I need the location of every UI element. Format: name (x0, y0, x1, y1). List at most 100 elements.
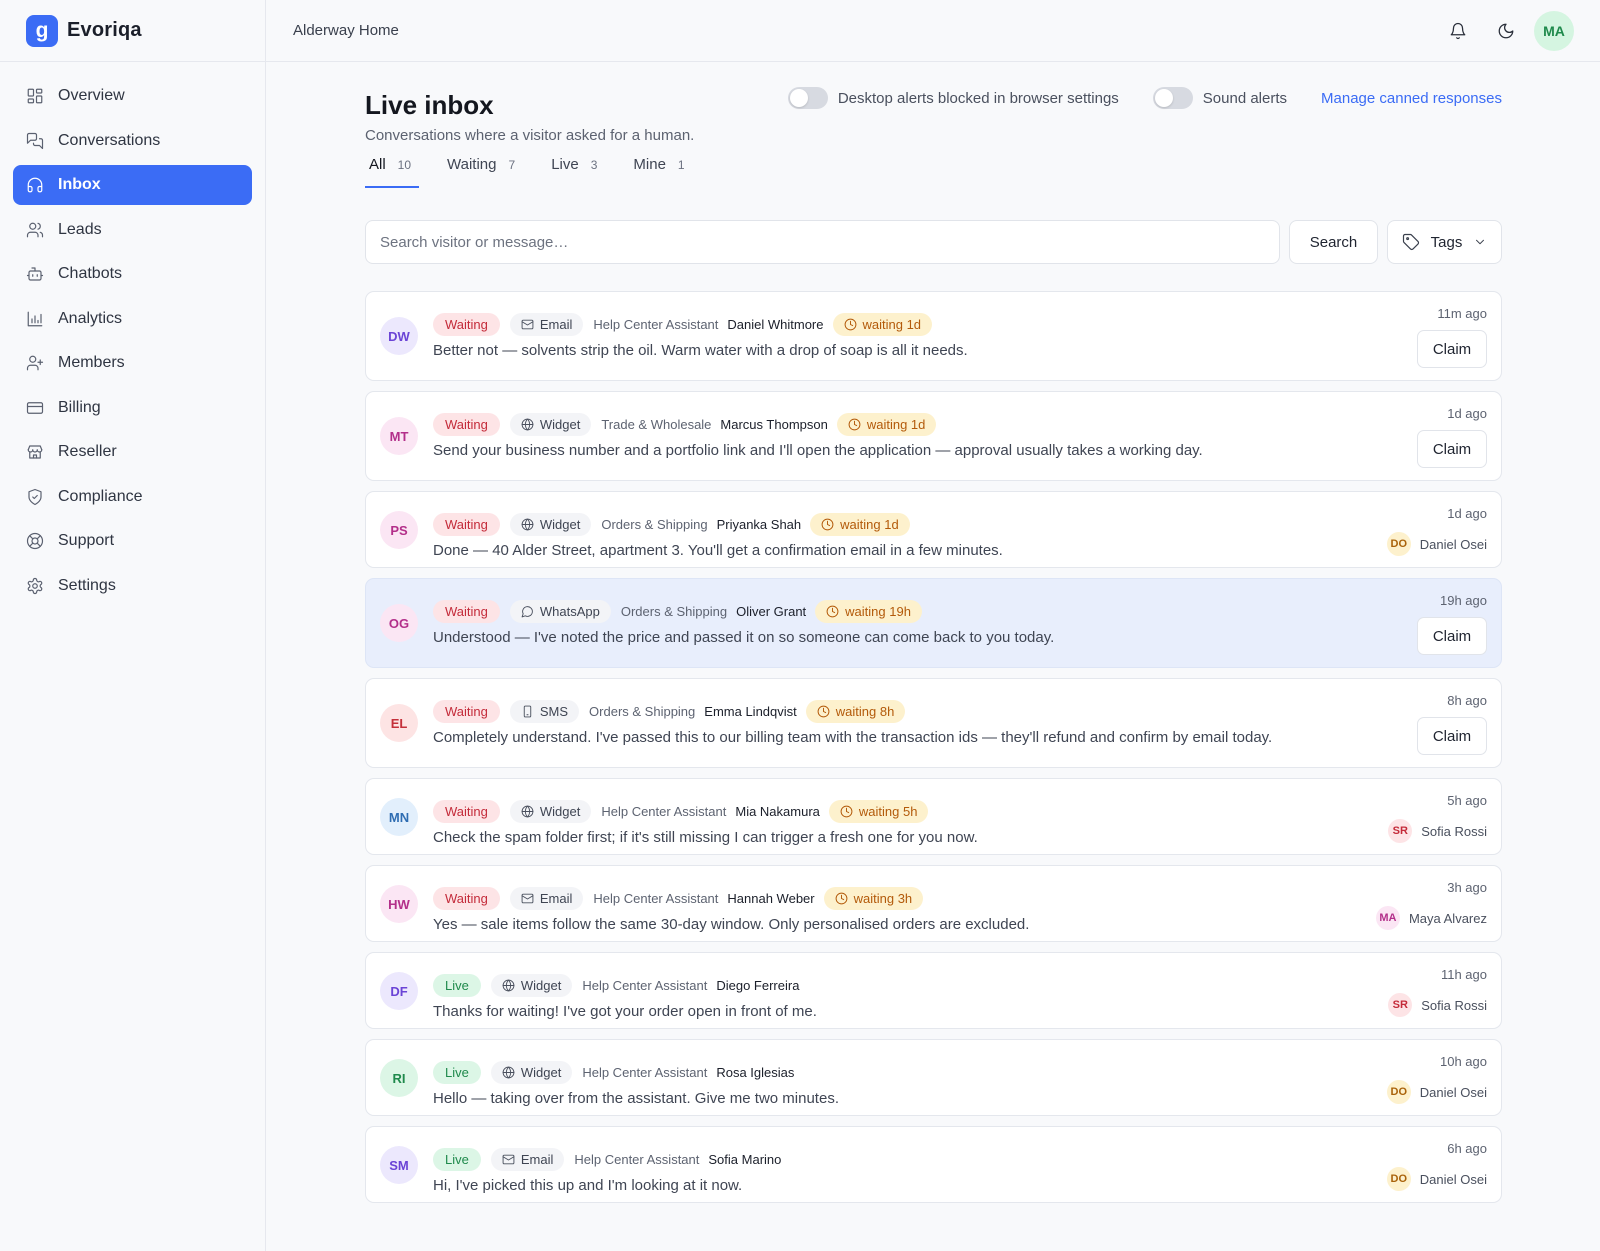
sidebar-item-label: Billing (58, 398, 101, 416)
sound-alerts-setting: Sound alerts (1152, 87, 1287, 109)
card-icon (26, 401, 44, 414)
claim-button[interactable]: Claim (1417, 330, 1487, 368)
tab-all[interactable]: All 10 (365, 148, 420, 188)
channel-label: SMS (539, 703, 569, 719)
visitor-avatar: DW (380, 317, 418, 355)
tab-waiting[interactable]: Waiting 7 (443, 148, 519, 188)
sidebar-item-overview[interactable]: Overview (13, 76, 252, 116)
conversation-card[interactable]: SM Live Email Help Center Assistant Sofia Ma… (365, 1126, 1502, 1203)
sms-icon (523, 705, 532, 717)
conversation-card[interactable]: PS Waiting Widget Orders & Shipping Priyanka… (365, 491, 1502, 568)
notifications-button[interactable] (1438, 11, 1478, 51)
brand[interactable]: g Evoriqa (0, 0, 265, 62)
conversation-card[interactable]: OG Waiting WhatsApp Orders & Shipping Oliver… (365, 578, 1502, 668)
tab-live[interactable]: Live 3 (547, 148, 601, 188)
assignee-avatar: DO (1386, 532, 1411, 556)
tab-mine[interactable]: Mine 1 (629, 148, 688, 188)
sidebar-item-reseller[interactable]: Reseller (13, 432, 252, 472)
page-subtitle: Conversations where a visitor asked for … (365, 127, 695, 144)
sidebar-item-compliance[interactable]: Compliance (13, 477, 252, 517)
workspace-name[interactable]: Alderway Home (293, 22, 399, 39)
assignee-name: Sofia Rossi (1421, 997, 1487, 1013)
sidebar-item-analytics[interactable]: Analytics (13, 299, 252, 339)
sidebar-item-support[interactable]: Support (13, 521, 252, 561)
visitor-name: Marcus Thompson (720, 416, 828, 432)
visitor-name: Sofia Marino (708, 1151, 782, 1167)
conversation-card[interactable]: DF Live Widget Help Center Assistant Diego F… (365, 952, 1502, 1029)
tags-dropdown[interactable]: Tags (1387, 220, 1502, 264)
user-avatar[interactable]: MA (1534, 11, 1574, 51)
sidebar-item-label: Chatbots (58, 265, 123, 282)
channel-badge: SMS (509, 699, 580, 723)
sidebar-item-conversations[interactable]: Conversations (13, 121, 252, 161)
search-input[interactable] (365, 220, 1280, 264)
search-button[interactable]: Search (1289, 220, 1378, 264)
sidebar-item-inbox[interactable]: Inbox (13, 165, 252, 205)
visitor-name: Oliver Grant (736, 603, 807, 619)
status-badge: Waiting (433, 886, 500, 910)
bell-icon (1450, 22, 1466, 40)
message-preview: Hi, I've picked this up and I'm looking … (433, 1177, 743, 1194)
waiting-time-label: waiting 19h (845, 603, 911, 619)
tab-count: 7 (508, 158, 516, 172)
waiting-time-badge: waiting 1d (832, 312, 933, 336)
sidebar-item-members[interactable]: Members (13, 343, 252, 383)
tab-label: Mine (633, 156, 666, 173)
waiting-time-label: waiting 1d (866, 416, 926, 432)
email-icon (521, 893, 534, 903)
sidebar-item-chatbots[interactable]: Chatbots (13, 254, 252, 294)
channel-badge: Widget (509, 799, 592, 823)
assignee: SR Sofia Rossi (1388, 819, 1487, 843)
assignee-name: Maya Alvarez (1408, 910, 1487, 926)
desktop-alerts-setting: Desktop alerts blocked in browser settin… (787, 87, 1119, 109)
waiting-time-badge: waiting 1d (810, 512, 910, 536)
conversation-meta: Waiting Widget Help Center Assistant Mia Na… (433, 799, 929, 823)
conversation-card[interactable]: MN Waiting Widget Help Center Assistant Mia … (365, 778, 1502, 855)
waiting-time-label: waiting 1d (862, 316, 922, 332)
message-preview: Check the spam folder first; if it's sti… (433, 829, 978, 846)
sound-alerts-toggle[interactable] (1152, 87, 1193, 109)
conversation-card[interactable]: RI Live Widget Help Center Assistant Rosa Ig… (365, 1039, 1502, 1116)
status-badge: Waiting (433, 312, 500, 336)
channel-label: Widget (520, 977, 562, 993)
timestamp: 8h ago (1447, 693, 1487, 708)
visitor-avatar: OG (380, 604, 418, 642)
sidebar-item-settings[interactable]: Settings (13, 566, 252, 606)
conversation-meta: Live Widget Help Center Assistant Diego Fer… (433, 973, 799, 997)
headset-icon (27, 177, 43, 193)
claim-button[interactable]: Claim (1417, 717, 1487, 755)
timestamp: 1d ago (1447, 506, 1487, 521)
conversation-meta: Live Email Help Center Assistant Sofia Mari… (433, 1147, 781, 1171)
message-preview: Yes — sale items follow the same 30-day … (433, 916, 1030, 933)
sidebar-item-leads[interactable]: Leads (13, 210, 252, 250)
status-badge: Live (433, 1147, 481, 1171)
assignee: DO Daniel Osei (1386, 1080, 1487, 1104)
clock-icon (821, 518, 834, 530)
channel-label: Widget (539, 803, 581, 819)
tab-label: Live (551, 156, 579, 173)
visitor-name: Priyanka Shah (716, 516, 802, 532)
manage-canned-responses-link[interactable]: Manage canned responses (1321, 90, 1502, 107)
conversation-card[interactable]: EL Waiting SMS Orders & Shipping Emma Lindqv… (365, 678, 1502, 768)
conversation-card[interactable]: DW Waiting Email Help Center Assistant Danie… (365, 291, 1502, 381)
users-icon (26, 222, 44, 237)
sidebar-item-label: Reseller (58, 443, 117, 460)
conversation-card[interactable]: HW Waiting Email Help Center Assistant Hanna… (365, 865, 1502, 942)
visitor-avatar: MN (380, 798, 418, 836)
claim-button[interactable]: Claim (1417, 430, 1487, 468)
theme-toggle-button[interactable] (1486, 11, 1526, 51)
assignee-name: Daniel Osei (1419, 1084, 1487, 1100)
visitor-name: Mia Nakamura (735, 803, 820, 819)
waiting-time-badge: waiting 1d (836, 412, 937, 436)
claim-button[interactable]: Claim (1417, 617, 1487, 655)
waiting-time-label: waiting 3h (853, 890, 913, 906)
desktop-alerts-toggle[interactable] (787, 87, 828, 109)
conversation-meta: Waiting Widget Orders & Shipping Priyanka S… (433, 512, 910, 536)
assignee: DO Daniel Osei (1386, 532, 1487, 556)
assignee-name: Sofia Rossi (1421, 823, 1487, 839)
message-preview: Understood — I've noted the price and pa… (433, 629, 1055, 646)
conversation-card[interactable]: MT Waiting Widget Trade & Wholesale Marcus T… (365, 391, 1502, 481)
sidebar-item-billing[interactable]: Billing (13, 388, 252, 428)
message-preview: Send your business number and a portfoli… (433, 442, 1203, 459)
channel-badge: Widget (509, 412, 592, 436)
